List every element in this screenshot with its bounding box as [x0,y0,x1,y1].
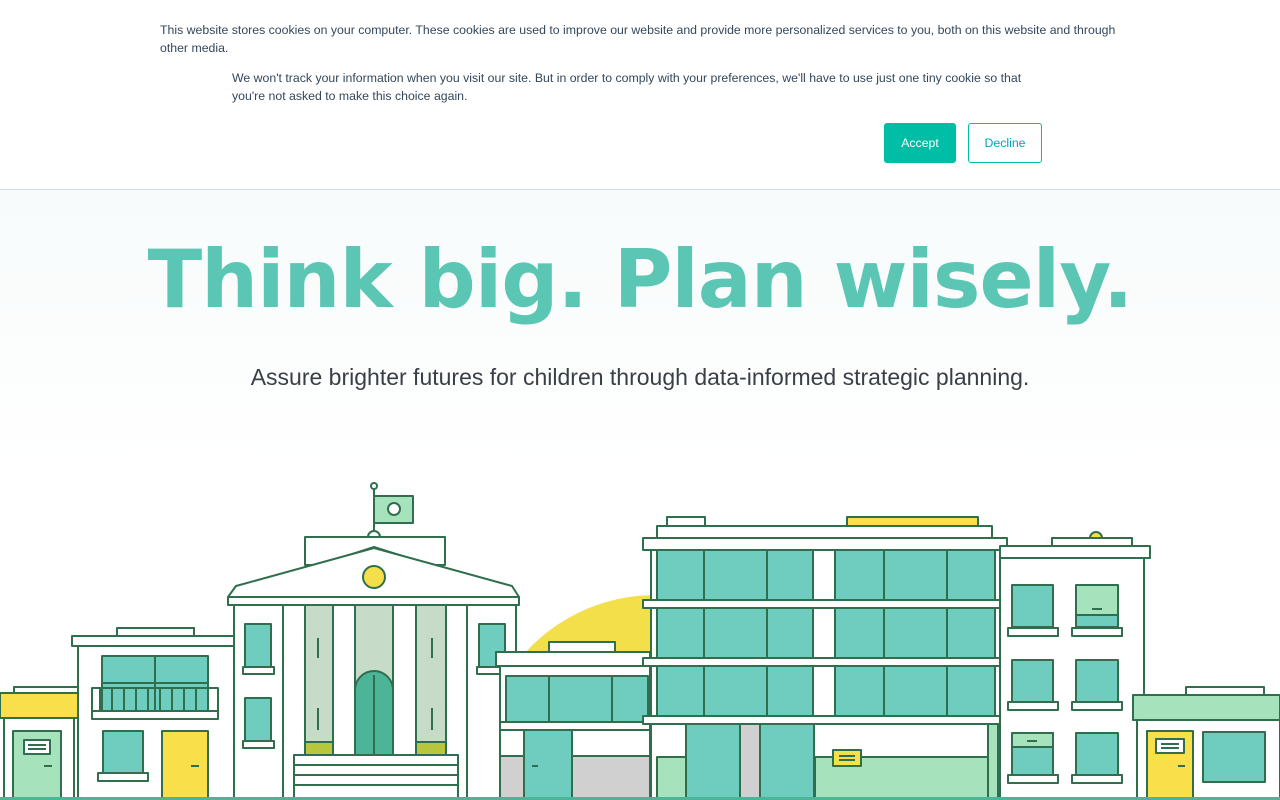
office-building-illustration [642,516,1008,800]
mid-building-illustration [495,641,651,800]
cookie-decline-notice-text: We won't track your information when you… [232,71,1022,103]
cookie-banner: This website stores cookies on your comp… [0,0,1280,190]
house-right-illustration [1132,686,1280,800]
house-left-illustration [0,686,79,800]
hero-section: Think big. Plan wisely. Assure brighter … [0,190,1280,800]
cookie-notice-text: This website stores cookies on your comp… [160,23,1116,55]
school-building-illustration [227,482,520,800]
hero-title: Think big. Plan wisely. [147,233,1134,326]
apartment-building-illustration [999,531,1151,800]
house-illustration [71,627,241,800]
cityscape-illustration [0,482,1280,800]
decline-cookies-button[interactable]: Decline [968,123,1042,163]
accept-cookies-button[interactable]: Accept [884,123,956,163]
hero-subtitle: Assure brighter futures for children thr… [250,364,1030,390]
